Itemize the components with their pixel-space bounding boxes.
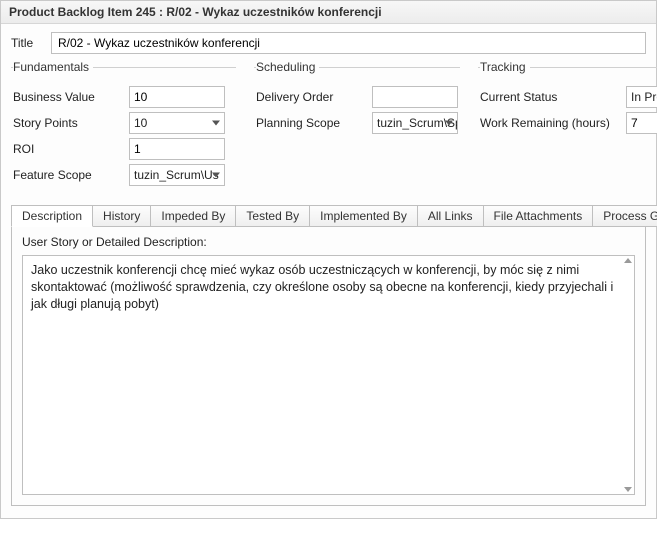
tab-impeded-by[interactable]: Impeded By: [150, 205, 236, 227]
tab-process-guidance[interactable]: Process Guidance: [592, 205, 657, 227]
tabs: Description History Impeded By Tested By…: [11, 204, 646, 506]
scroll-up-icon[interactable]: [624, 258, 632, 263]
planning-scope-select[interactable]: tuzin_Scrum\Sp: [372, 112, 458, 134]
tab-description[interactable]: Description: [11, 205, 93, 227]
description-textarea[interactable]: Jako uczestnik konferencji chcę mieć wyk…: [22, 255, 635, 495]
delivery-order-label: Delivery Order: [256, 90, 366, 104]
tab-history[interactable]: History: [92, 205, 151, 227]
fundamentals-legend: Fundamentals: [13, 60, 93, 74]
tracking-legend: Tracking: [480, 60, 530, 74]
work-remaining-input[interactable]: [626, 112, 657, 134]
current-status-value: In Pro: [631, 90, 657, 104]
story-points-select[interactable]: 10: [129, 112, 225, 134]
tab-file-attachments[interactable]: File Attachments: [483, 205, 594, 227]
feature-scope-value: tuzin_Scrum\Us: [134, 168, 219, 182]
tab-body: User Story or Detailed Description: Jako…: [11, 227, 646, 506]
scheduling-group: Scheduling Delivery Order Planning Scope…: [254, 60, 460, 194]
window-title: Product Backlog Item 245 : R/02 - Wykaz …: [1, 1, 656, 24]
planning-scope-label: Planning Scope: [256, 116, 366, 130]
title-label: Title: [11, 36, 41, 50]
feature-scope-select[interactable]: tuzin_Scrum\Us: [129, 164, 225, 186]
description-label: User Story or Detailed Description:: [22, 235, 635, 249]
roi-input[interactable]: [129, 138, 225, 160]
chevron-down-icon: [212, 173, 220, 178]
story-points-label: Story Points: [13, 116, 123, 130]
delivery-order-input[interactable]: [372, 86, 458, 108]
tab-all-links[interactable]: All Links: [417, 205, 484, 227]
business-value-label: Business Value: [13, 90, 123, 104]
tab-strip: Description History Impeded By Tested By…: [11, 204, 646, 227]
scheduling-legend: Scheduling: [256, 60, 319, 74]
current-status-label: Current Status: [480, 90, 620, 104]
current-status-select[interactable]: In Pro: [626, 86, 657, 108]
backlog-item-window: Product Backlog Item 245 : R/02 - Wykaz …: [0, 0, 657, 519]
chevron-down-icon: [212, 121, 220, 126]
title-input[interactable]: [51, 32, 646, 54]
description-text: Jako uczestnik konferencji chcę mieć wyk…: [31, 263, 613, 311]
business-value-input[interactable]: [129, 86, 225, 108]
story-points-value: 10: [134, 116, 147, 130]
roi-label: ROI: [13, 142, 123, 156]
work-remaining-label: Work Remaining (hours): [480, 116, 620, 130]
scroll-down-icon[interactable]: [624, 487, 632, 492]
tab-implemented-by[interactable]: Implemented By: [309, 205, 418, 227]
chevron-down-icon: [445, 121, 453, 126]
feature-scope-label: Feature Scope: [13, 168, 123, 182]
tracking-group: Tracking Current Status In Pro Work Rema…: [478, 60, 657, 194]
fundamentals-group: Fundamentals Business Value Story Points…: [11, 60, 236, 194]
tab-tested-by[interactable]: Tested By: [235, 205, 310, 227]
